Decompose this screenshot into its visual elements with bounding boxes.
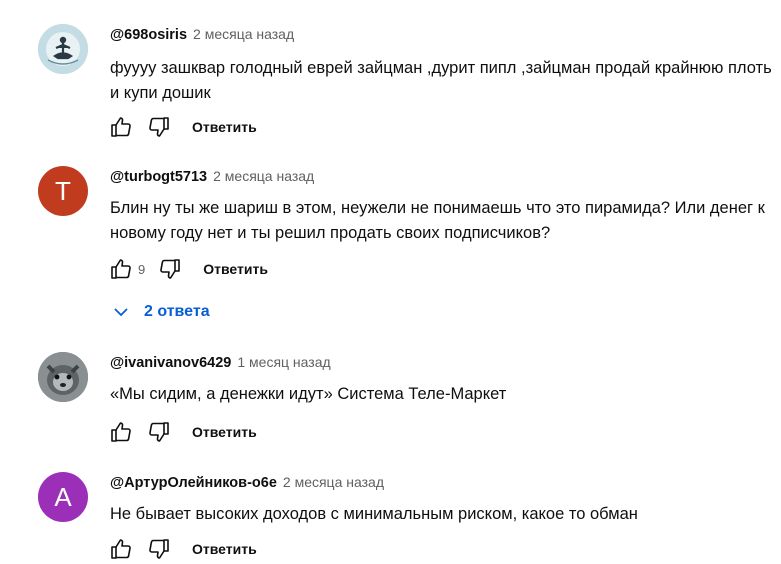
comment-author[interactable]: @turbogt5713 bbox=[110, 169, 207, 185]
replies-count-label: 2 ответа bbox=[144, 303, 210, 320]
thumbs-up-icon bbox=[111, 422, 131, 442]
avatar[interactable] bbox=[38, 352, 88, 402]
like-button[interactable] bbox=[108, 419, 134, 445]
chevron-down-icon bbox=[114, 308, 128, 317]
dislike-button[interactable] bbox=[157, 256, 183, 282]
reply-button[interactable]: Ответить bbox=[203, 261, 268, 277]
thumbs-up-icon bbox=[111, 259, 131, 279]
meditation-figure-icon bbox=[38, 24, 88, 74]
dislike-button[interactable] bbox=[146, 536, 172, 562]
avatar[interactable]: Т bbox=[38, 166, 88, 216]
comment-text: «Мы сидим, а денежки идут» Система Теле-… bbox=[110, 385, 507, 403]
avatar-letter: А bbox=[54, 481, 72, 512]
comment-author[interactable]: @АртурОлейников-о6е bbox=[110, 475, 277, 491]
avatar[interactable]: А bbox=[38, 472, 88, 522]
reply-button[interactable]: Ответить bbox=[192, 119, 257, 135]
dislike-button[interactable] bbox=[146, 114, 172, 140]
thumbs-down-icon bbox=[149, 117, 169, 137]
thumbs-up-icon bbox=[111, 117, 131, 137]
thumbs-down-icon bbox=[149, 422, 169, 442]
avatar-letter: Т bbox=[55, 175, 71, 206]
avatar[interactable] bbox=[38, 24, 88, 74]
show-replies-button[interactable]: 2 ответа bbox=[112, 298, 210, 326]
dislike-button[interactable] bbox=[146, 419, 172, 445]
like-count: 9 bbox=[138, 261, 146, 277]
comment-timestamp[interactable]: 2 месяца назад bbox=[213, 168, 314, 184]
like-button[interactable] bbox=[108, 114, 134, 140]
comment-text: фуууу зашквар голодный еврей зайцман ,ду… bbox=[110, 59, 772, 102]
like-button[interactable] bbox=[108, 536, 134, 562]
comment-author[interactable]: @ivanivanov6429 bbox=[110, 355, 231, 371]
animal-photo-icon bbox=[38, 352, 88, 402]
reply-button[interactable]: Ответить bbox=[192, 541, 257, 557]
thumbs-up-icon bbox=[111, 539, 131, 559]
thumbs-down-icon bbox=[160, 259, 181, 279]
like-button[interactable] bbox=[108, 256, 134, 282]
reply-button[interactable]: Ответить bbox=[192, 424, 257, 440]
comment-timestamp[interactable]: 2 месяца назад bbox=[283, 474, 384, 490]
comment-author[interactable]: @698osiris bbox=[110, 27, 187, 43]
comment-timestamp[interactable]: 1 месяц назад bbox=[237, 354, 330, 370]
comment-text: Не бывает высоких доходов с минимальным … bbox=[110, 505, 638, 523]
thumbs-down-icon bbox=[149, 539, 169, 559]
comment-text: Блин ну ты же шариш в этом, неужели не п… bbox=[110, 199, 765, 242]
comment-timestamp[interactable]: 2 месяца назад bbox=[193, 26, 294, 42]
